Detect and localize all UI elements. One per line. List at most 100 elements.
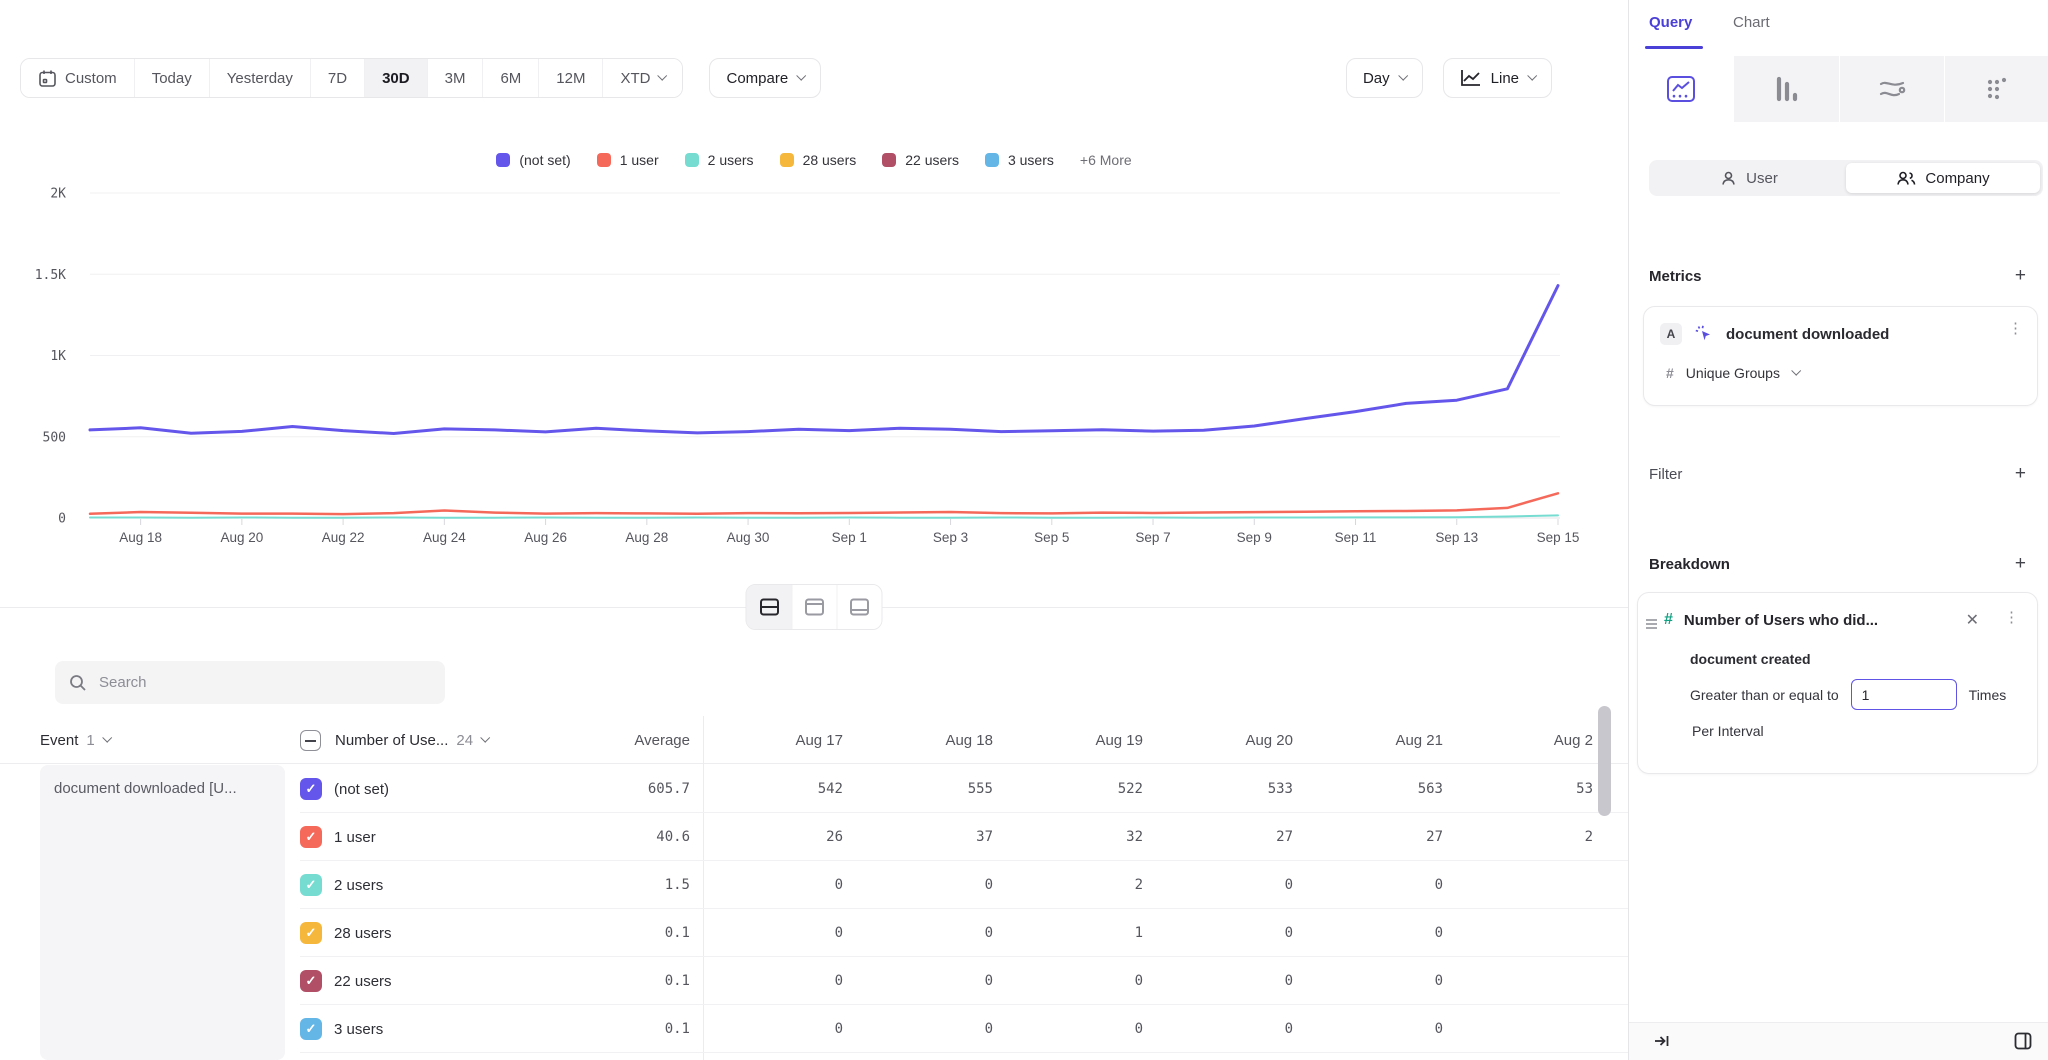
line-chart-icon [1460, 69, 1482, 87]
collapse-sidebar-icon[interactable] [1653, 1032, 1671, 1055]
range-button-custom[interactable]: Custom [21, 59, 134, 97]
select-all-checkbox[interactable] [300, 730, 321, 751]
series-checkbox[interactable] [300, 826, 322, 848]
add-filter-button[interactable]: + [2015, 464, 2026, 483]
metric-measure-label: Unique Groups [1686, 365, 1780, 381]
range-button-6m[interactable]: 6M [482, 59, 538, 97]
legend-item[interactable]: 1 user [597, 152, 659, 168]
tab-query[interactable]: Query [1649, 14, 1692, 31]
date-column-header[interactable]: Aug 17 [703, 716, 853, 764]
chevron-down-icon [480, 732, 490, 742]
tab-chart[interactable]: Chart [1733, 14, 1770, 31]
range-button-30d[interactable]: 30D [364, 59, 427, 97]
range-button-3m[interactable]: 3M [427, 59, 483, 97]
row-value: 542 [703, 765, 853, 813]
panel-layout-icon[interactable] [2013, 1031, 2033, 1056]
breakdown-column-header[interactable]: Number of Use... 24 [300, 716, 488, 764]
svg-text:2K: 2K [50, 187, 66, 202]
svg-text:Sep 13: Sep 13 [1435, 530, 1478, 545]
layout-table-only-button[interactable] [837, 585, 882, 629]
company-icon [1896, 170, 1916, 187]
calendar-icon [38, 69, 57, 88]
row-value: 0 [1153, 1005, 1303, 1053]
metrics-heading: Metrics [1649, 268, 1702, 285]
svg-text:Aug 28: Aug 28 [625, 530, 668, 545]
series-checkbox[interactable] [300, 1018, 322, 1040]
svg-text:Sep 1: Sep 1 [832, 530, 867, 545]
metric-menu-button[interactable]: ⋮ [2008, 321, 2023, 338]
condition-value-input[interactable] [1851, 679, 1957, 710]
series-checkbox[interactable] [300, 922, 322, 944]
table-vertical-scrollbar[interactable] [1598, 706, 1611, 816]
row-value: 0 [703, 909, 853, 957]
svg-text:Aug 24: Aug 24 [423, 530, 466, 545]
range-button-7d[interactable]: 7D [310, 59, 364, 97]
event-column-header[interactable]: Event 1 [40, 716, 110, 764]
metric-event-name: document downloaded [1726, 326, 1889, 343]
scatter-chart-type-button[interactable] [1944, 56, 2048, 122]
bar-chart-type-button[interactable] [1733, 56, 1838, 122]
range-button-12m[interactable]: 12M [538, 59, 602, 97]
legend-item[interactable]: 22 users [882, 152, 959, 168]
entity-user-option[interactable]: User [1652, 163, 1846, 193]
breakdown-menu-button[interactable]: ⋮ [2004, 610, 2019, 627]
row-value: 2 [1003, 861, 1153, 909]
row-value: 27 [1303, 813, 1453, 861]
line-chart-type-button[interactable] [1629, 56, 1733, 122]
svg-text:1K: 1K [50, 349, 66, 364]
legend-item[interactable]: (not set) [496, 152, 570, 168]
metric-card[interactable]: A document downloaded ⋮ # Unique Groups [1643, 306, 2038, 406]
breakdown-card[interactable]: # Number of Users who did... ✕ ⋮ documen… [1637, 592, 2038, 774]
drag-handle-icon[interactable] [1646, 617, 1657, 631]
svg-text:Sep 11: Sep 11 [1335, 530, 1377, 545]
line-chart: 05001K1.5K2KAug 18Aug 20Aug 22Aug 24Aug … [0, 128, 1628, 558]
main-panel: Custom TodayYesterday7D30D3M6M12MXTD Comp… [0, 0, 1628, 1060]
row-label: 22 users [334, 957, 392, 1005]
compare-button[interactable]: Compare [709, 58, 821, 98]
date-column-header[interactable]: Aug 19 [1003, 716, 1153, 764]
date-column-header[interactable]: Aug 2 [1453, 716, 1603, 764]
layout-split-button[interactable] [747, 585, 792, 629]
legend-swatch [685, 153, 699, 167]
range-label: Custom [65, 70, 117, 87]
toolbar: Custom TodayYesterday7D30D3M6M12MXTD Comp… [20, 58, 1608, 98]
range-button-xtd[interactable]: XTD [602, 59, 682, 97]
entity-company-option[interactable]: Company [1846, 163, 2040, 193]
legend-label: 2 users [708, 152, 754, 168]
chart-type-button[interactable]: Line [1443, 58, 1552, 98]
interval-button[interactable]: Day [1346, 58, 1423, 98]
metric-letter-badge: A [1660, 323, 1682, 345]
date-column-header[interactable]: Aug 20 [1153, 716, 1303, 764]
layout-chart-only-button[interactable] [792, 585, 837, 629]
date-column-header[interactable]: Aug 18 [853, 716, 1003, 764]
date-column-header[interactable]: Aug 21 [1303, 716, 1453, 764]
row-average-value: 40.6 [560, 813, 690, 861]
row-value: 555 [853, 765, 1003, 813]
event-header-label: Event [40, 732, 78, 749]
search-input[interactable] [99, 674, 431, 691]
row-value: 0 [853, 957, 1003, 1005]
metric-measure-selector[interactable]: # Unique Groups [1666, 365, 1799, 381]
row-average-value: 0.1 [560, 957, 690, 1005]
svg-text:500: 500 [43, 430, 66, 445]
add-metric-button[interactable]: + [2015, 266, 2026, 285]
entity-toggle: User Company [1649, 160, 2043, 196]
flow-chart-type-button[interactable] [1839, 56, 1944, 122]
breakdown-header-label: Number of Use... [335, 732, 448, 749]
series-checkbox[interactable] [300, 874, 322, 896]
range-button-today[interactable]: Today [134, 59, 209, 97]
legend-item[interactable]: 2 users [685, 152, 754, 168]
row-value: 1 [1003, 909, 1153, 957]
series-checkbox[interactable] [300, 778, 322, 800]
range-button-yesterday[interactable]: Yesterday [209, 59, 310, 97]
series-checkbox[interactable] [300, 970, 322, 992]
close-icon[interactable]: ✕ [1966, 610, 1979, 630]
add-breakdown-button[interactable]: + [2015, 554, 2026, 573]
legend-item[interactable]: 3 users [985, 152, 1054, 168]
metric-card-row: A document downloaded [1660, 323, 1889, 345]
legend-item[interactable]: 28 users [780, 152, 857, 168]
legend-more-button[interactable]: +6 More [1080, 152, 1132, 168]
row-value: 522 [1003, 765, 1153, 813]
legend-label: 22 users [905, 152, 959, 168]
chart-legend: (not set) 1 user 2 users 28 users 22 users 3 … [0, 152, 1628, 168]
